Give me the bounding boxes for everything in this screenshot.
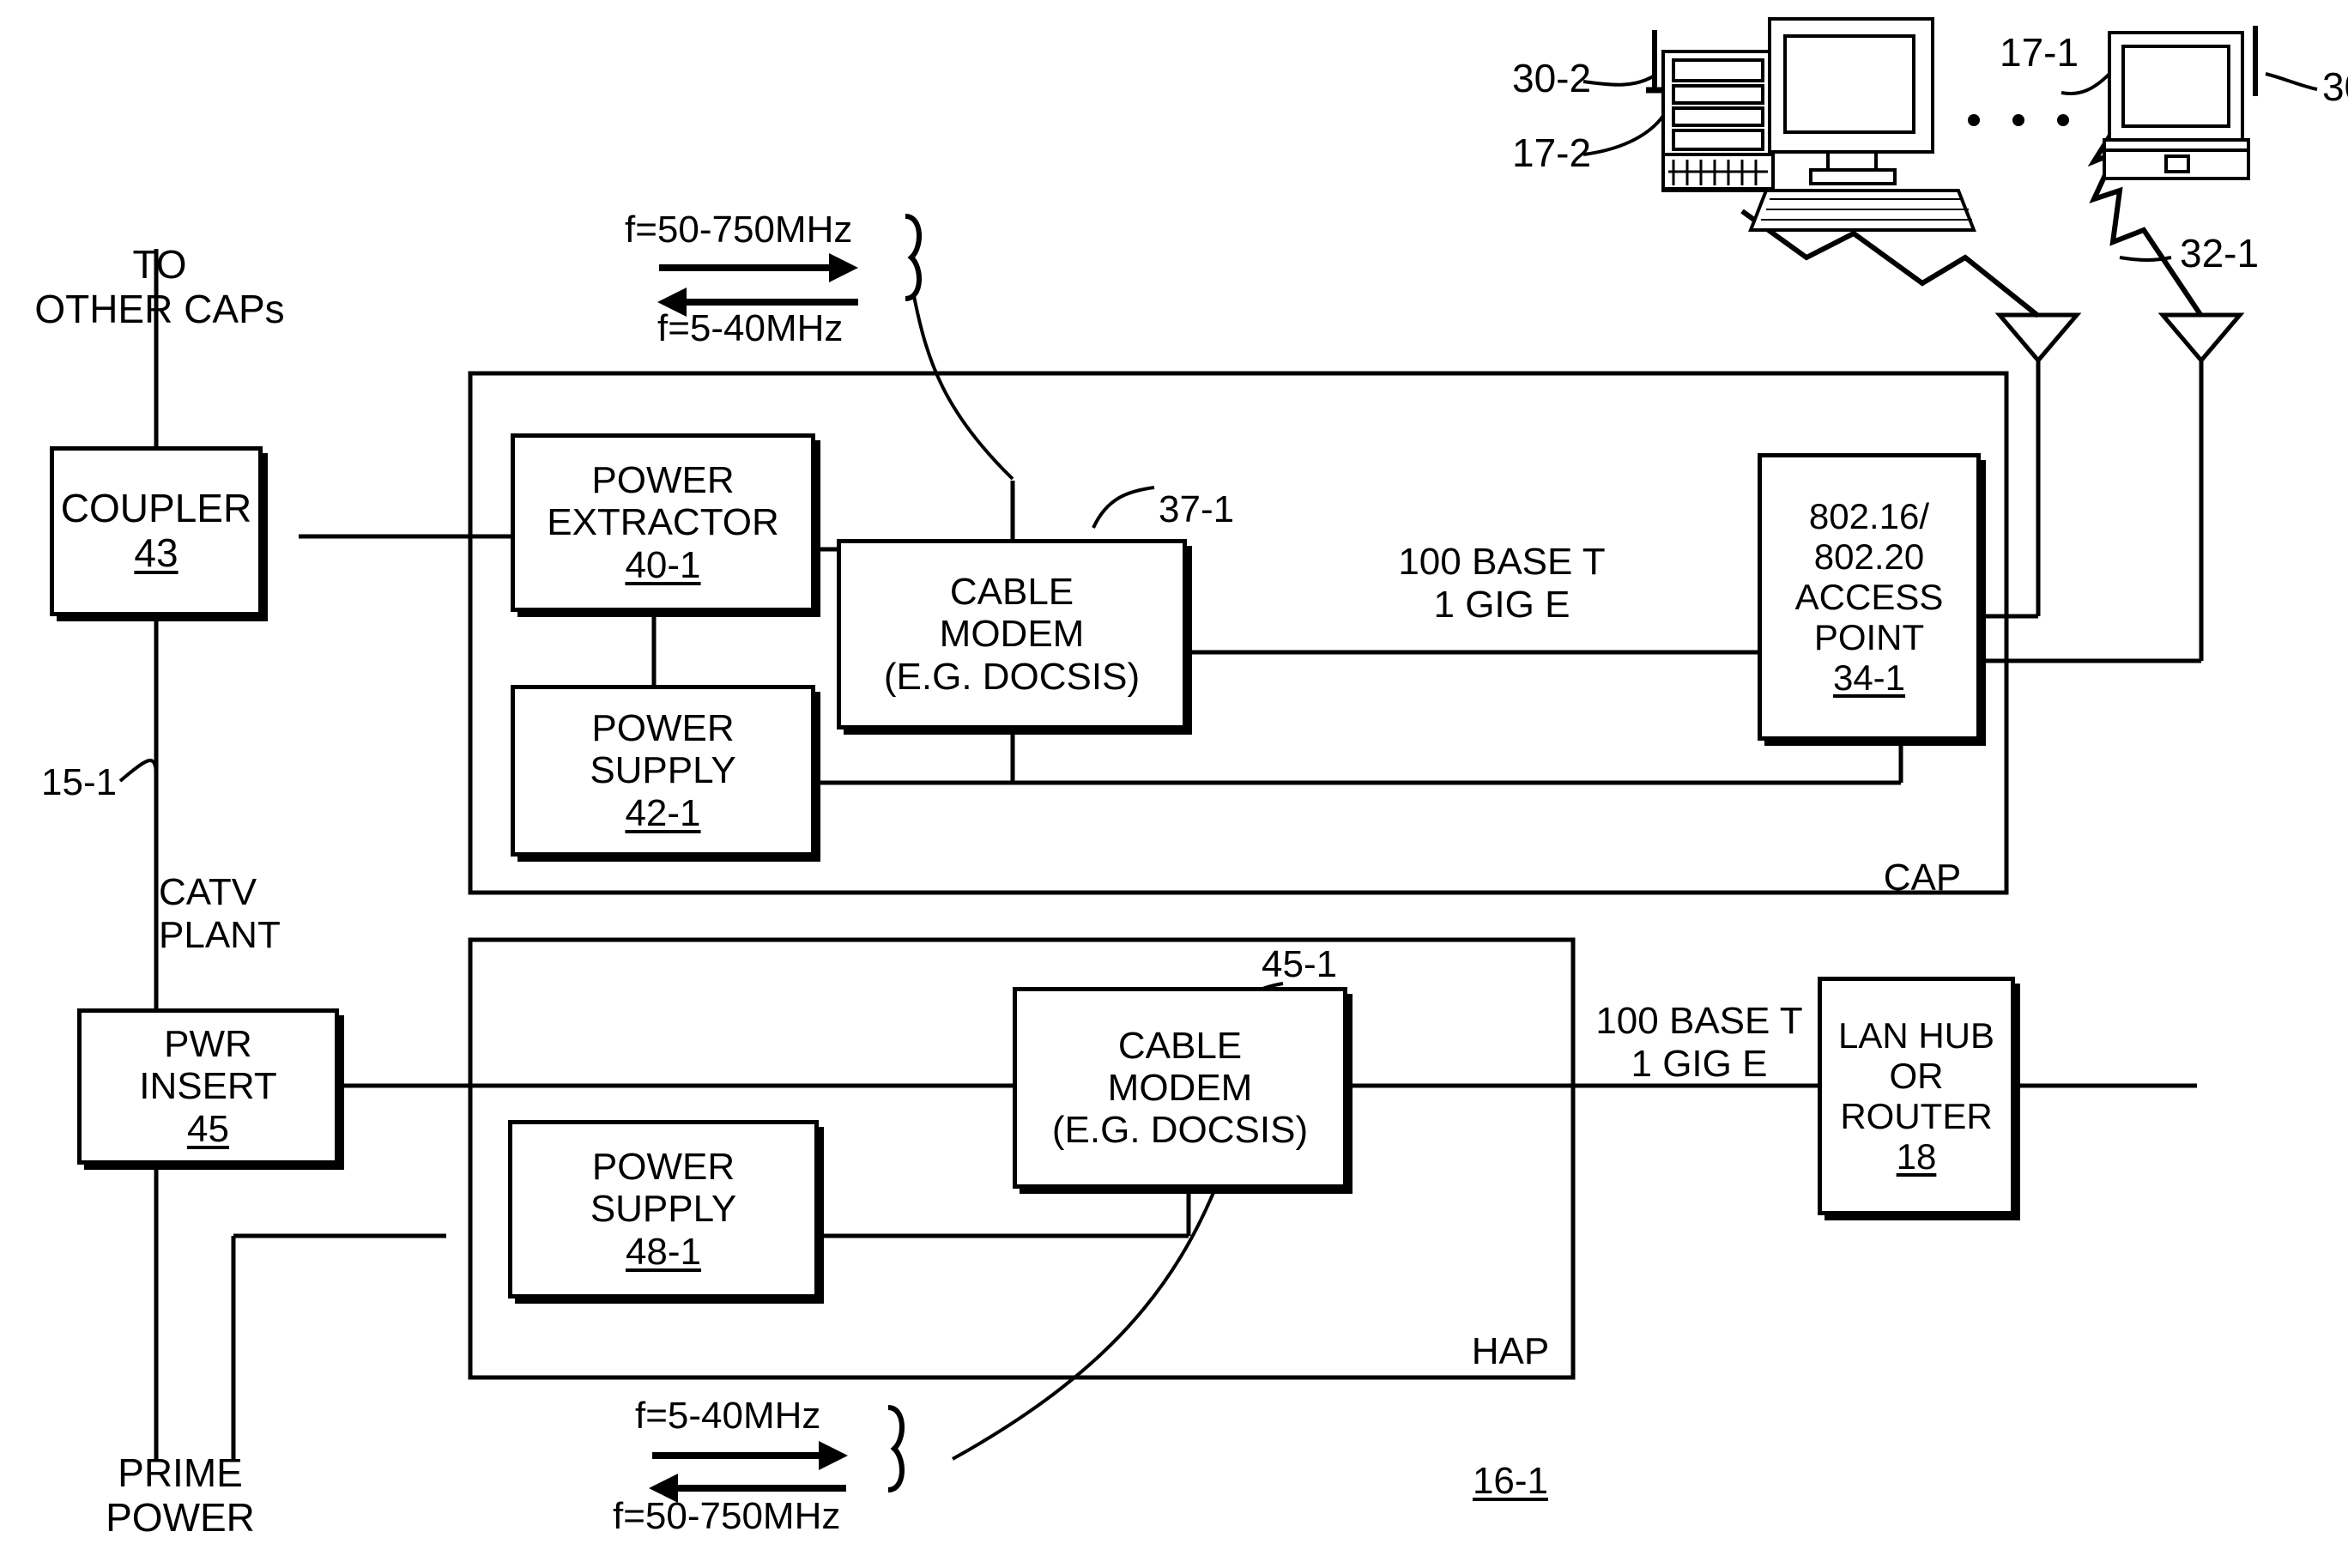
lan-hub-number: 18	[1896, 1136, 1937, 1178]
leader-brace-bottom	[952, 1179, 1220, 1461]
cable-modem-37-line1: CABLE	[949, 571, 1074, 614]
power-supply-42-label: POWER SUPPLY	[590, 707, 736, 792]
patent-figure: TO OTHER CAPs COUPLER 43 15-1 CATV PLANT…	[0, 0, 2348, 1568]
desktop-computer-icon	[1646, 17, 1976, 232]
lan-hub-line2: OR	[1889, 1055, 1944, 1096]
freq-bottom-upstream-label: f=5-40MHz	[635, 1395, 821, 1437]
leader-32-1	[2119, 256, 2172, 262]
cable-modem-37-ref: 37-1	[1159, 488, 1235, 530]
freq-top-arrow-right-shaft	[659, 264, 831, 271]
wireless-link-laptop	[2087, 118, 2204, 318]
ref-32-1: 32-1	[2180, 231, 2260, 275]
ref-17-1: 17-1	[2000, 30, 2079, 75]
power-extractor-box: POWER EXTRACTOR 40-1	[511, 433, 815, 612]
leader-30-2	[1582, 74, 1656, 87]
antenna-icon-1	[1994, 312, 2082, 364]
ref-30-2: 30-2	[1512, 56, 1592, 100]
cable-modem-45-ref: 45-1	[1262, 943, 1338, 985]
hap-number: 16-1	[1472, 1459, 1549, 1502]
catv-plant-label: CATV PLANT	[159, 871, 281, 957]
leader-37-1	[1092, 486, 1155, 529]
cable-modem-45-line3: (E.G. DOCSIS)	[1051, 1109, 1309, 1152]
coupler-box: COUPLER 43	[50, 446, 263, 616]
access-point-line3: ACCESS	[1794, 576, 1944, 617]
ref-30-1: 30-1	[2322, 64, 2348, 109]
pwr-insert-box: PWR INSERT 45	[77, 1008, 339, 1165]
freq-bottom-downstream-label: f=50-750MHz	[613, 1495, 841, 1537]
hap-link-label: 100 BASE T 1 GIG E	[1595, 1000, 1803, 1086]
cable-ref-15-1: 15-1	[41, 761, 118, 803]
cable-modem-37-box: CABLE MODEM (E.G. DOCSIS)	[837, 539, 1187, 730]
cap-label-text: CAP	[1883, 857, 1962, 899]
pwr-insert-number: 45	[187, 1107, 229, 1150]
antenna-group	[1994, 312, 2245, 364]
to-other-caps-label: TO OTHER CAPs	[34, 242, 285, 332]
leader-17-2	[1582, 114, 1665, 156]
leader-catv-brace-top	[912, 295, 1014, 481]
access-point-box: 802.16/ 802.20 ACCESS POINT 34-1	[1758, 453, 1981, 741]
ellipsis-dots	[1968, 114, 2069, 126]
cap-link-label: 100 BASE T 1 GIG E	[1398, 541, 1606, 627]
leader-15-1	[118, 759, 158, 783]
cable-modem-37-line3: (E.G. DOCSIS)	[883, 655, 1141, 698]
hap-label-text: HAP	[1471, 1330, 1550, 1373]
ref-17-2: 17-2	[1512, 130, 1592, 175]
access-point-line2: 802.20	[1813, 536, 1925, 577]
freq-bottom-arrow-right-head	[819, 1441, 848, 1470]
freq-top-arrow-right-head	[829, 253, 858, 282]
cable-modem-45-line2: MODEM	[1107, 1066, 1253, 1109]
power-supply-48-box: POWER SUPPLY 48-1	[508, 1120, 819, 1299]
prime-power-label: PRIME POWER	[106, 1450, 255, 1541]
access-point-line4: POINT	[1813, 617, 1925, 658]
power-supply-48-label: POWER SUPPLY	[590, 1146, 737, 1231]
power-supply-48-number: 48-1	[625, 1230, 702, 1273]
freq-top-downstream-label: f=50-750MHz	[625, 209, 853, 251]
leader-17-1	[2061, 72, 2111, 95]
antenna-icon-2	[2157, 312, 2245, 364]
pwr-insert-label: PWR INSERT	[139, 1023, 277, 1108]
coupler-number: 43	[134, 530, 179, 575]
lan-hub-box: LAN HUB OR ROUTER 18	[1818, 977, 2015, 1215]
cable-modem-37-line2: MODEM	[939, 613, 1085, 656]
lan-hub-line1: LAN HUB	[1837, 1014, 1995, 1056]
access-point-line1: 802.16/	[1808, 495, 1930, 536]
freq-bottom-arrow-right-shaft	[652, 1452, 820, 1459]
power-supply-42-number: 42-1	[625, 791, 701, 834]
power-extractor-label: POWER EXTRACTOR	[547, 459, 779, 544]
power-supply-42-box: POWER SUPPLY 42-1	[511, 685, 815, 857]
cable-modem-45-box: CABLE MODEM (E.G. DOCSIS)	[1013, 987, 1347, 1189]
access-point-number: 34-1	[1832, 657, 1906, 699]
leader-30-1	[2265, 72, 2318, 91]
freq-top-upstream-label: f=5-40MHz	[657, 307, 844, 349]
coupler-label: COUPLER	[60, 486, 252, 531]
wireless-link-desktop	[1740, 209, 2040, 318]
cable-modem-45-line1: CABLE	[1117, 1024, 1243, 1067]
hap-enclosure-label: HAP 16-1	[1425, 1244, 1596, 1568]
laptop-icon	[2103, 26, 2258, 180]
freq-bottom-arrow-left-shaft	[678, 1485, 846, 1492]
freq-top-arrow-left-shaft	[687, 299, 858, 306]
lan-hub-line3: ROUTER	[1840, 1096, 1993, 1136]
power-extractor-number: 40-1	[625, 543, 701, 586]
